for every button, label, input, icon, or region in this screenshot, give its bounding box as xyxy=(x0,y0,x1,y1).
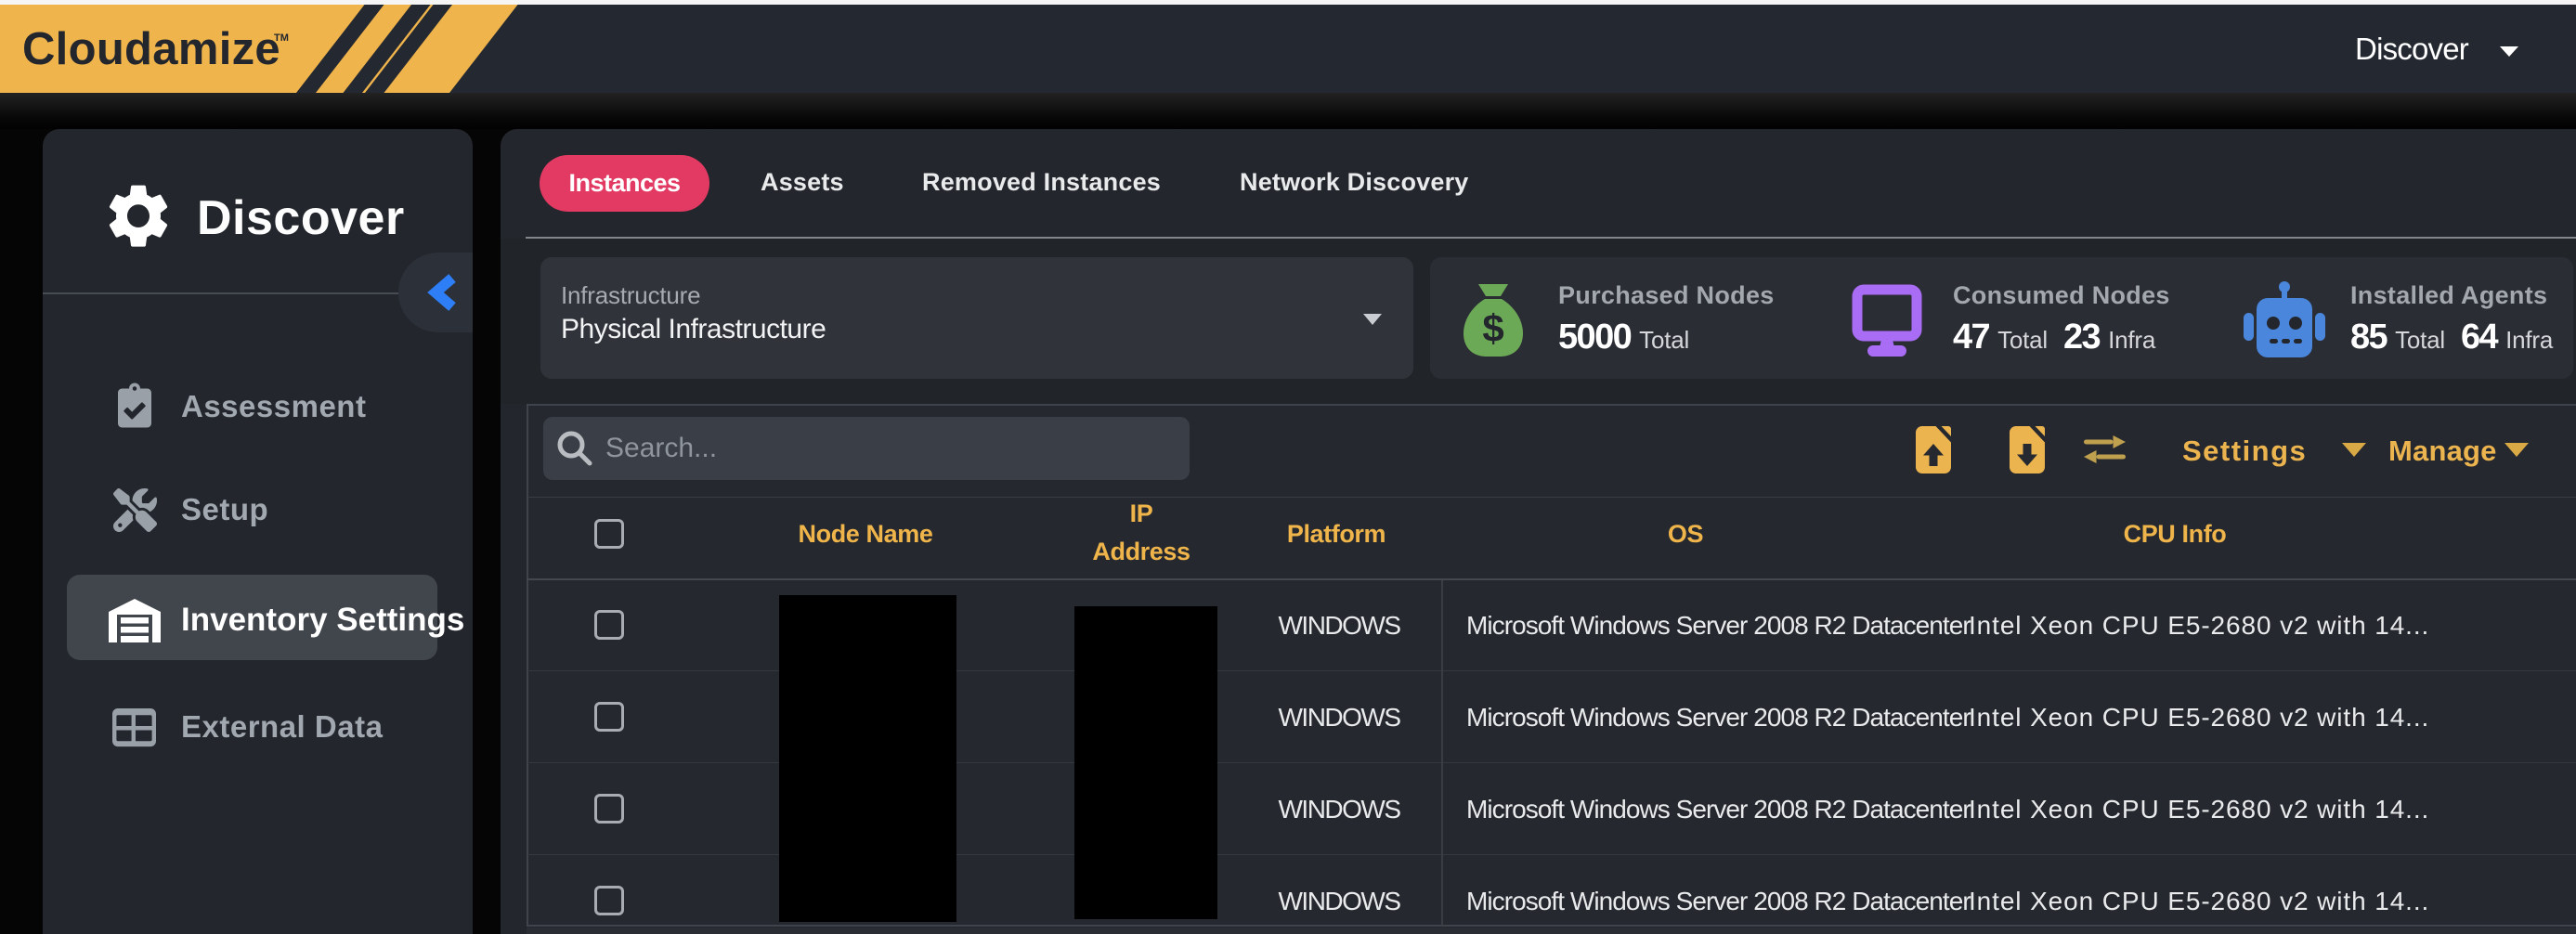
svg-text:TM: TM xyxy=(274,32,289,44)
svg-text:Cloudamize: Cloudamize xyxy=(22,24,280,74)
svg-text:$: $ xyxy=(1482,306,1503,350)
